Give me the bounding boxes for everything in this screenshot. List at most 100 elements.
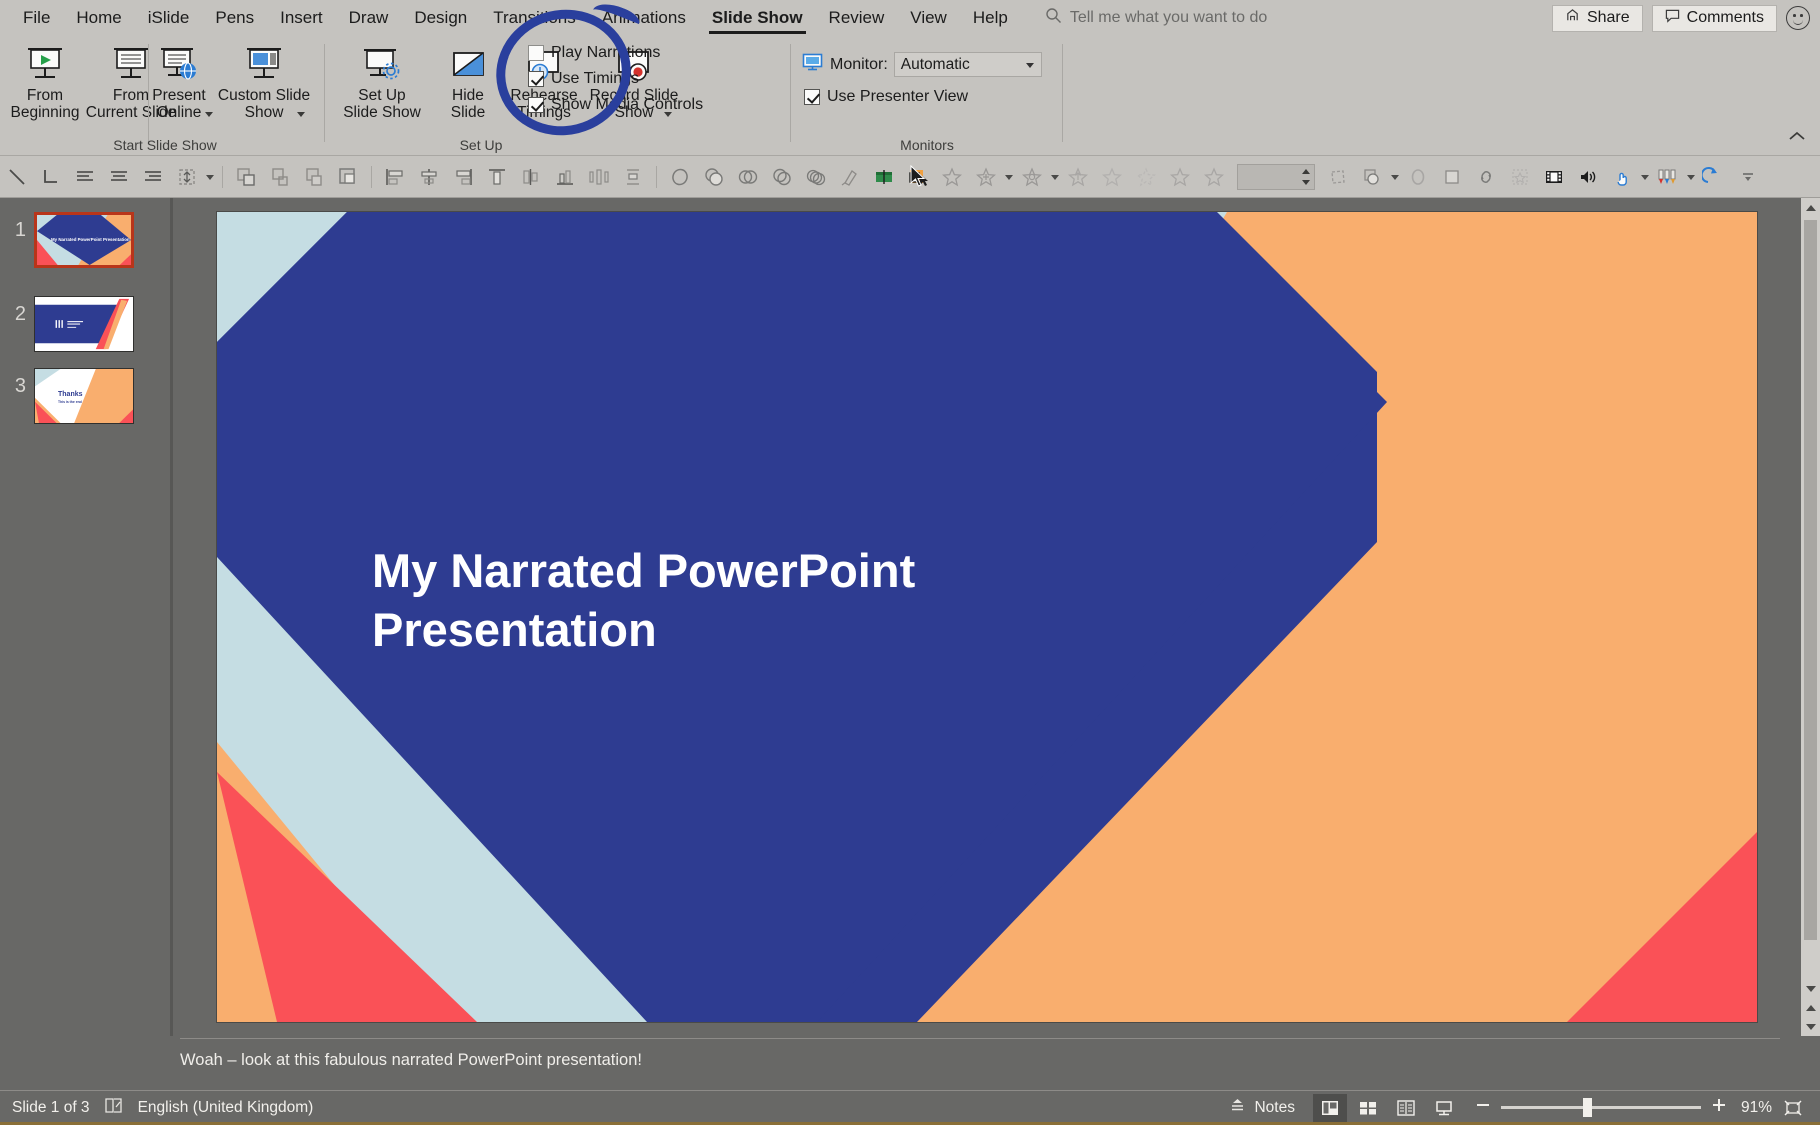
menu-item-review[interactable]: Review	[816, 0, 898, 36]
collapse-ribbon-button[interactable]	[1788, 130, 1806, 148]
spinner-up-icon[interactable]	[1301, 167, 1311, 176]
spinner-down-icon[interactable]	[1301, 178, 1311, 187]
animation-options-icon[interactable]	[1017, 161, 1047, 193]
align-middle-icon[interactable]	[516, 161, 546, 193]
menu-item-transitions[interactable]: Transitions	[480, 0, 589, 36]
zoom-in-button[interactable]	[1711, 1097, 1727, 1118]
animation-options-caret-icon[interactable]	[1049, 161, 1061, 193]
shape-fill-icon[interactable]	[1437, 161, 1467, 193]
slide-title-textbox[interactable]: My Narrated PowerPoint Presentation	[372, 542, 1132, 660]
notes-text[interactable]: Woah – look at this fabulous narrated Po…	[180, 1051, 642, 1070]
send-backward-icon[interactable]	[299, 161, 329, 193]
animation-more-icon[interactable]	[1199, 161, 1229, 193]
menu-item-help[interactable]: Help	[960, 0, 1021, 36]
toolbar-overflow-icon[interactable]	[1733, 161, 1763, 193]
align-left-icon[interactable]	[70, 161, 100, 193]
shape-combine-icon[interactable]	[733, 161, 763, 193]
shape-blob-icon[interactable]	[665, 161, 695, 193]
animation-duration-spinner[interactable]	[1237, 164, 1315, 190]
align-objects-center-icon[interactable]	[414, 161, 444, 193]
thumbnail-row-2[interactable]: 2	[0, 296, 170, 352]
align-objects-left-icon[interactable]	[380, 161, 410, 193]
insert-audio-icon[interactable]	[1573, 161, 1603, 193]
spell-check-icon[interactable]	[104, 1096, 124, 1119]
monitor-dropdown[interactable]: Automatic	[894, 52, 1042, 77]
hyperlink-icon[interactable]	[1471, 161, 1501, 193]
send-to-back-icon[interactable]	[333, 161, 363, 193]
menu-item-insert[interactable]: Insert	[267, 0, 336, 36]
notes-pane[interactable]: Woah – look at this fabulous narrated Po…	[0, 1036, 1820, 1090]
add-animation-caret-icon[interactable]	[1003, 161, 1015, 193]
set-up-slide-show-button[interactable]: Set Up Slide Show	[332, 42, 432, 121]
animation-star-icon[interactable]	[937, 161, 967, 193]
thumbnail-slide-3[interactable]: Thanks This is the end	[34, 368, 134, 424]
menu-item-file[interactable]: File	[10, 0, 63, 36]
current-slide[interactable]: My Narrated PowerPoint Presentation	[217, 212, 1757, 1022]
zoom-out-button[interactable]	[1475, 1097, 1491, 1118]
comments-button[interactable]: Comments	[1652, 5, 1777, 32]
format-painter-icon[interactable]	[835, 161, 865, 193]
group-objects-caret-icon[interactable]	[1389, 161, 1401, 193]
zoom-slider[interactable]	[1475, 1097, 1727, 1118]
hide-slide-button[interactable]: Hide Slide	[436, 42, 500, 121]
custom-slide-show-button[interactable]: Custom Slide Show	[212, 42, 316, 121]
add-animation-icon[interactable]	[971, 161, 1001, 193]
align-right-icon[interactable]	[138, 161, 168, 193]
thumbnail-row-3[interactable]: 3 Thanks This is the end	[0, 368, 170, 424]
selection-pane-icon[interactable]	[903, 161, 933, 193]
distribute-horizontally-icon[interactable]	[584, 161, 614, 193]
fit-slide-to-window-button[interactable]	[1776, 1094, 1810, 1122]
share-button[interactable]: Share	[1552, 5, 1643, 32]
distribute-vertically-icon[interactable]	[618, 161, 648, 193]
menu-item-animations[interactable]: Animations	[589, 0, 699, 36]
slide-show-view-button[interactable]	[1427, 1094, 1461, 1122]
move-resize-icon[interactable]	[172, 161, 202, 193]
scrollbar-thumb[interactable]	[1804, 220, 1817, 940]
menu-item-view[interactable]: View	[897, 0, 960, 36]
slide-count-label[interactable]: Slide 1 of 3	[12, 1099, 90, 1117]
menu-item-slide-show[interactable]: Slide Show	[699, 0, 816, 36]
custom-slide-show-dropdown-caret-icon[interactable]	[297, 112, 305, 117]
animation-preview-icon[interactable]	[1505, 161, 1535, 193]
bring-to-front-icon[interactable]	[265, 161, 295, 193]
menu-item-draw[interactable]: Draw	[336, 0, 402, 36]
thumbnail-slide-2[interactable]	[34, 296, 134, 352]
use-presenter-view-checkbox[interactable]: Use Presenter View	[804, 88, 968, 106]
insert-table-icon[interactable]	[869, 161, 899, 193]
align-top-icon[interactable]	[482, 161, 512, 193]
language-label[interactable]: English (United Kingdom)	[138, 1099, 314, 1117]
zoom-value-label[interactable]: 91%	[1741, 1099, 1772, 1117]
group-objects-icon[interactable]	[1357, 161, 1387, 193]
menu-item-pens[interactable]: Pens	[202, 0, 267, 36]
present-online-button[interactable]: Present Online	[146, 42, 212, 121]
thumbnail-row-1[interactable]: 1 My Narrated PowerPoint Presentation	[0, 212, 170, 268]
redo-icon[interactable]	[1699, 161, 1729, 193]
tell-me-search[interactable]: Tell me what you want to do	[1045, 7, 1267, 29]
ink-colors-caret-icon[interactable]	[1685, 161, 1697, 193]
scroll-up-icon[interactable]	[1801, 198, 1820, 217]
animation-painter-icon[interactable]	[1323, 161, 1353, 193]
reading-view-button[interactable]	[1389, 1094, 1423, 1122]
previous-slide-icon[interactable]	[1801, 998, 1820, 1017]
notes-toggle-button[interactable]: Notes	[1228, 1097, 1295, 1118]
align-bottom-icon[interactable]	[550, 161, 580, 193]
shape-union-icon[interactable]	[699, 161, 729, 193]
from-beginning-button[interactable]: From Beginning	[6, 42, 84, 121]
normal-view-button[interactable]	[1313, 1094, 1347, 1122]
menu-item-home[interactable]: Home	[63, 0, 134, 36]
insert-video-icon[interactable]	[1539, 161, 1569, 193]
menu-item-design[interactable]: Design	[401, 0, 480, 36]
thumbnail-slide-1[interactable]: My Narrated PowerPoint Presentation	[34, 212, 134, 268]
animation-motion-path-icon[interactable]	[1165, 161, 1195, 193]
vertical-scrollbar[interactable]	[1801, 198, 1820, 1036]
slide-editing-area[interactable]: My Narrated PowerPoint Presentation	[173, 198, 1820, 1036]
menu-item-islide[interactable]: iSlide	[135, 0, 203, 36]
slide-thumbnail-pane[interactable]: 1 My Narrated PowerPoint Presentation 2	[0, 198, 170, 1036]
animation-exit-icon[interactable]	[1131, 161, 1161, 193]
next-slide-icon[interactable]	[1801, 1017, 1820, 1036]
line-tool-icon[interactable]	[2, 161, 32, 193]
show-media-controls-checkbox[interactable]: Show Media Controls	[528, 96, 703, 114]
connector-tool-icon[interactable]	[36, 161, 66, 193]
feedback-smiley-icon[interactable]	[1786, 6, 1810, 30]
use-timings-checkbox[interactable]: Use Timings	[528, 70, 639, 88]
